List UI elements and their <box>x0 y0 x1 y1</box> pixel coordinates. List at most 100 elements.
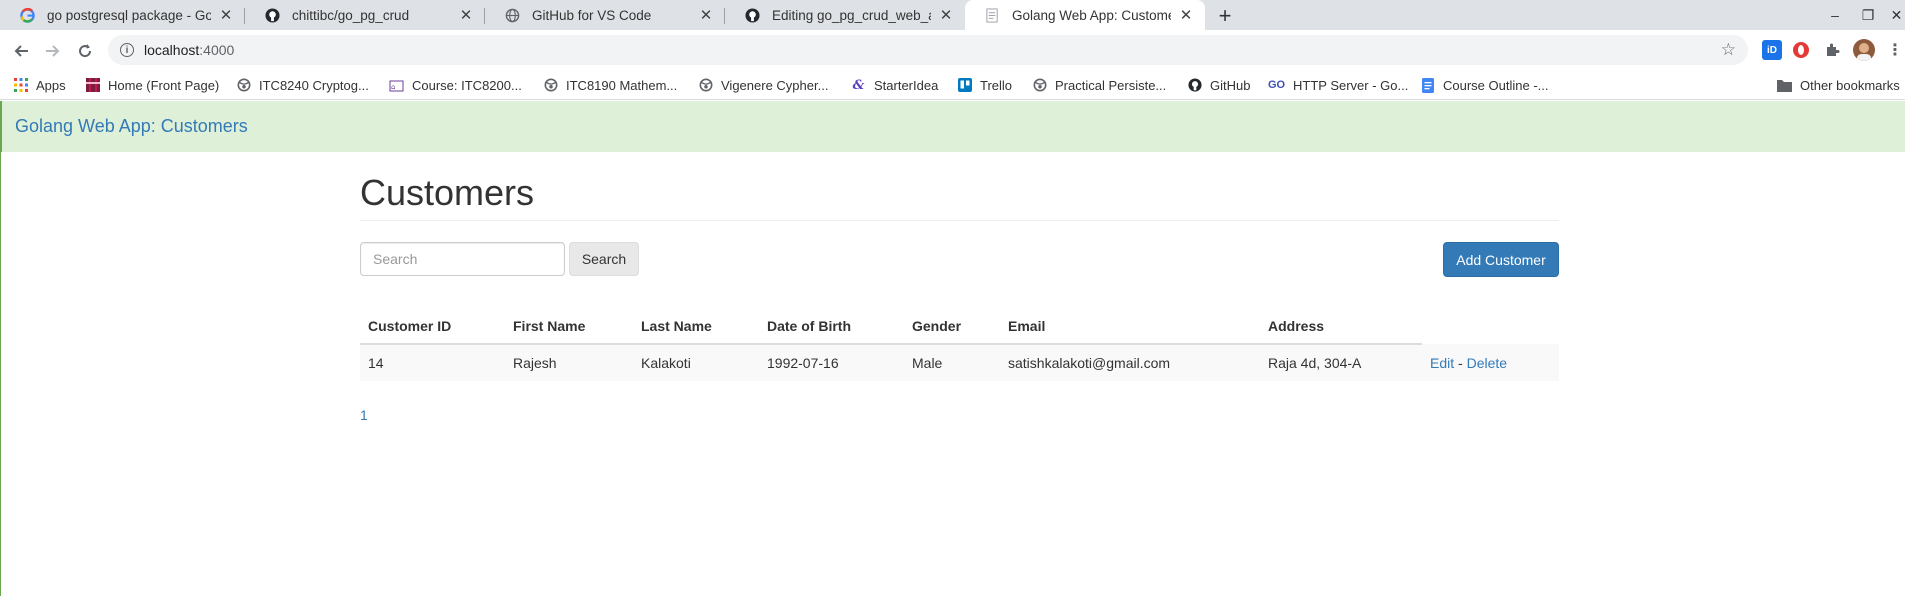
title-divider <box>360 220 1559 221</box>
reload-icon[interactable] <box>72 38 98 64</box>
bookmark-label: Practical Persiste... <box>1055 77 1167 93</box>
search-input[interactable] <box>360 242 565 276</box>
bookmark-trello[interactable]: Trello <box>957 70 1012 100</box>
cell-address: Raja 4d, 304-A <box>1260 344 1422 381</box>
page-left-border <box>0 152 1 596</box>
column-header-last-name: Last Name <box>633 309 759 345</box>
close-tab-icon[interactable]: ✕ <box>697 6 715 24</box>
edit-link[interactable]: Edit <box>1430 355 1454 371</box>
globe-icon <box>1032 78 1047 93</box>
cell-date-of-birth: 1992-07-16 <box>759 344 904 381</box>
app-navbar: Golang Web App: Customers <box>0 101 1905 152</box>
bookmarks-bar: Apps Home (Front Page) ITC8240 Cryptog..… <box>0 70 1905 100</box>
google-icon <box>20 7 35 23</box>
column-header-gender: Gender <box>904 309 1000 345</box>
tab-title: GitHub for VS Code <box>532 7 652 23</box>
doc-icon <box>1420 77 1435 93</box>
close-tab-icon[interactable]: ✕ <box>457 6 475 24</box>
back-icon[interactable] <box>8 38 34 64</box>
cell-first-name: Rajesh <box>505 344 633 381</box>
github-icon <box>745 7 760 23</box>
menu-kebab-icon[interactable]: ⋮ <box>1887 40 1903 60</box>
table-header-row: Customer ID First Name Last Name Date of… <box>360 309 1559 345</box>
url-host: localhost <box>144 42 200 58</box>
bookmark-vigenere[interactable]: Vigenere Cypher... <box>698 70 828 100</box>
tab-chittibc-go-pg-crud[interactable]: chittibc/go_pg_crud ✕ <box>245 0 485 30</box>
extensions-puzzle-icon[interactable] <box>1822 40 1842 60</box>
bookmark-star-icon[interactable]: ☆ <box>1721 40 1736 60</box>
restore-icon[interactable]: ❐ <box>1855 4 1881 26</box>
column-header-date-of-birth: Date of Birth <box>759 309 904 345</box>
bookmark-label: Course: ITC8200... <box>412 77 522 93</box>
tab-title: Golang Web App: Customers <box>1012 7 1171 23</box>
folder-icon <box>1777 78 1792 93</box>
bookmark-label: Course Outline -... <box>1443 77 1549 93</box>
bookmark-course-itc8200[interactable]: ⌂ Course: ITC8200... <box>389 70 522 100</box>
page-title: Customers <box>360 172 535 213</box>
column-header-actions <box>1422 309 1559 344</box>
browser-tab-strip: go postgresql package - Goo ✕ chittibc/g… <box>0 0 1905 30</box>
browser-toolbar: i localhost:4000 ☆ iD ⋮ <box>0 30 1905 70</box>
close-tab-icon[interactable]: ✕ <box>1177 6 1195 24</box>
bookmark-label: Other bookmarks <box>1800 77 1900 93</box>
tab-title: go postgresql package - Goo <box>47 7 211 23</box>
tab-github-for-vscode[interactable]: GitHub for VS Code ✕ <box>485 0 725 30</box>
bookmark-other-bookmarks[interactable]: Other bookmarks <box>1777 70 1900 100</box>
page-link-1[interactable]: 1 <box>360 407 368 423</box>
search-button[interactable]: Search <box>569 242 639 276</box>
close-window-icon[interactable]: ✕ <box>1888 4 1905 26</box>
bookmark-label: ITC8240 Cryptog... <box>259 77 369 93</box>
delete-link[interactable]: Delete <box>1467 355 1507 371</box>
bookmark-github[interactable]: GitHub <box>1187 70 1250 100</box>
app-brand-link[interactable]: Golang Web App: Customers <box>15 116 248 137</box>
bookmark-itc8190[interactable]: ITC8190 Mathem... <box>543 70 677 100</box>
svg-text:⌂: ⌂ <box>391 83 395 91</box>
forward-icon[interactable] <box>40 38 66 64</box>
id-extension-icon[interactable]: iD <box>1762 40 1782 60</box>
tab-editing-go-pg-crud[interactable]: Editing go_pg_crud_web_app ✕ <box>725 0 965 30</box>
globe-icon <box>698 78 713 93</box>
trello-icon <box>957 78 972 93</box>
bookmark-label: StarterIdea <box>874 77 939 93</box>
bookmark-itc8240[interactable]: ITC8240 Cryptog... <box>236 70 369 100</box>
script-icon: & <box>852 77 865 93</box>
add-customer-button[interactable]: Add Customer <box>1443 242 1559 277</box>
bookmark-label: Vigenere Cypher... <box>721 77 829 93</box>
cell-actions: Edit - Delete <box>1422 344 1559 381</box>
bookmark-label: GitHub <box>1210 77 1251 93</box>
tab-go-postgresql[interactable]: go postgresql package - Goo ✕ <box>0 0 245 30</box>
bookmark-starteridea[interactable]: & StarterIdea <box>851 70 939 100</box>
bookmark-label: Apps <box>36 77 66 93</box>
globe-icon <box>236 78 251 93</box>
cell-last-name: Kalakoti <box>633 344 759 381</box>
bookmark-course-outline[interactable]: Course Outline -... <box>1420 70 1549 100</box>
bookmark-apps[interactable]: Apps <box>13 70 66 100</box>
column-header-customer-id: Customer ID <box>360 309 505 345</box>
table-row: 14 Rajesh Kalakoti 1992-07-16 Male satis… <box>360 344 1559 381</box>
new-tab-plus-icon[interactable]: + <box>1212 3 1238 29</box>
course-icon: ⌂ <box>389 78 404 93</box>
url-text[interactable]: localhost:4000 <box>144 42 234 58</box>
tab-golang-web-app[interactable]: Golang Web App: Customers ✕ <box>965 0 1205 30</box>
close-tab-icon[interactable]: ✕ <box>937 6 955 24</box>
customers-table: Customer ID First Name Last Name Date of… <box>360 309 1559 381</box>
close-tab-icon[interactable]: ✕ <box>217 6 235 24</box>
page-icon <box>985 7 1000 23</box>
bookmark-home-front-page[interactable]: Home (Front Page) <box>85 70 219 100</box>
avatar[interactable] <box>1853 39 1875 61</box>
bookmark-label: Home (Front Page) <box>108 77 220 93</box>
opera-extension-icon[interactable] <box>1791 40 1811 60</box>
url-port: :4000 <box>199 42 235 58</box>
cell-customer-id: 14 <box>360 344 505 381</box>
go-icon: GO <box>1267 79 1286 91</box>
pagination: 1 <box>360 407 368 423</box>
bookmark-label: HTTP Server - Go... <box>1293 77 1409 93</box>
cell-gender: Male <box>904 344 1000 381</box>
minimize-icon[interactable]: – <box>1822 4 1848 26</box>
bookmark-practical-persistence[interactable]: Practical Persiste... <box>1032 70 1166 100</box>
bookmark-http-server[interactable]: GO HTTP Server - Go... <box>1268 70 1408 100</box>
cell-email: satishkalakoti@gmail.com <box>1000 344 1260 381</box>
github-icon <box>1187 78 1202 93</box>
site-info-icon[interactable]: i <box>120 43 134 57</box>
address-bar[interactable]: i localhost:4000 ☆ <box>108 35 1748 65</box>
